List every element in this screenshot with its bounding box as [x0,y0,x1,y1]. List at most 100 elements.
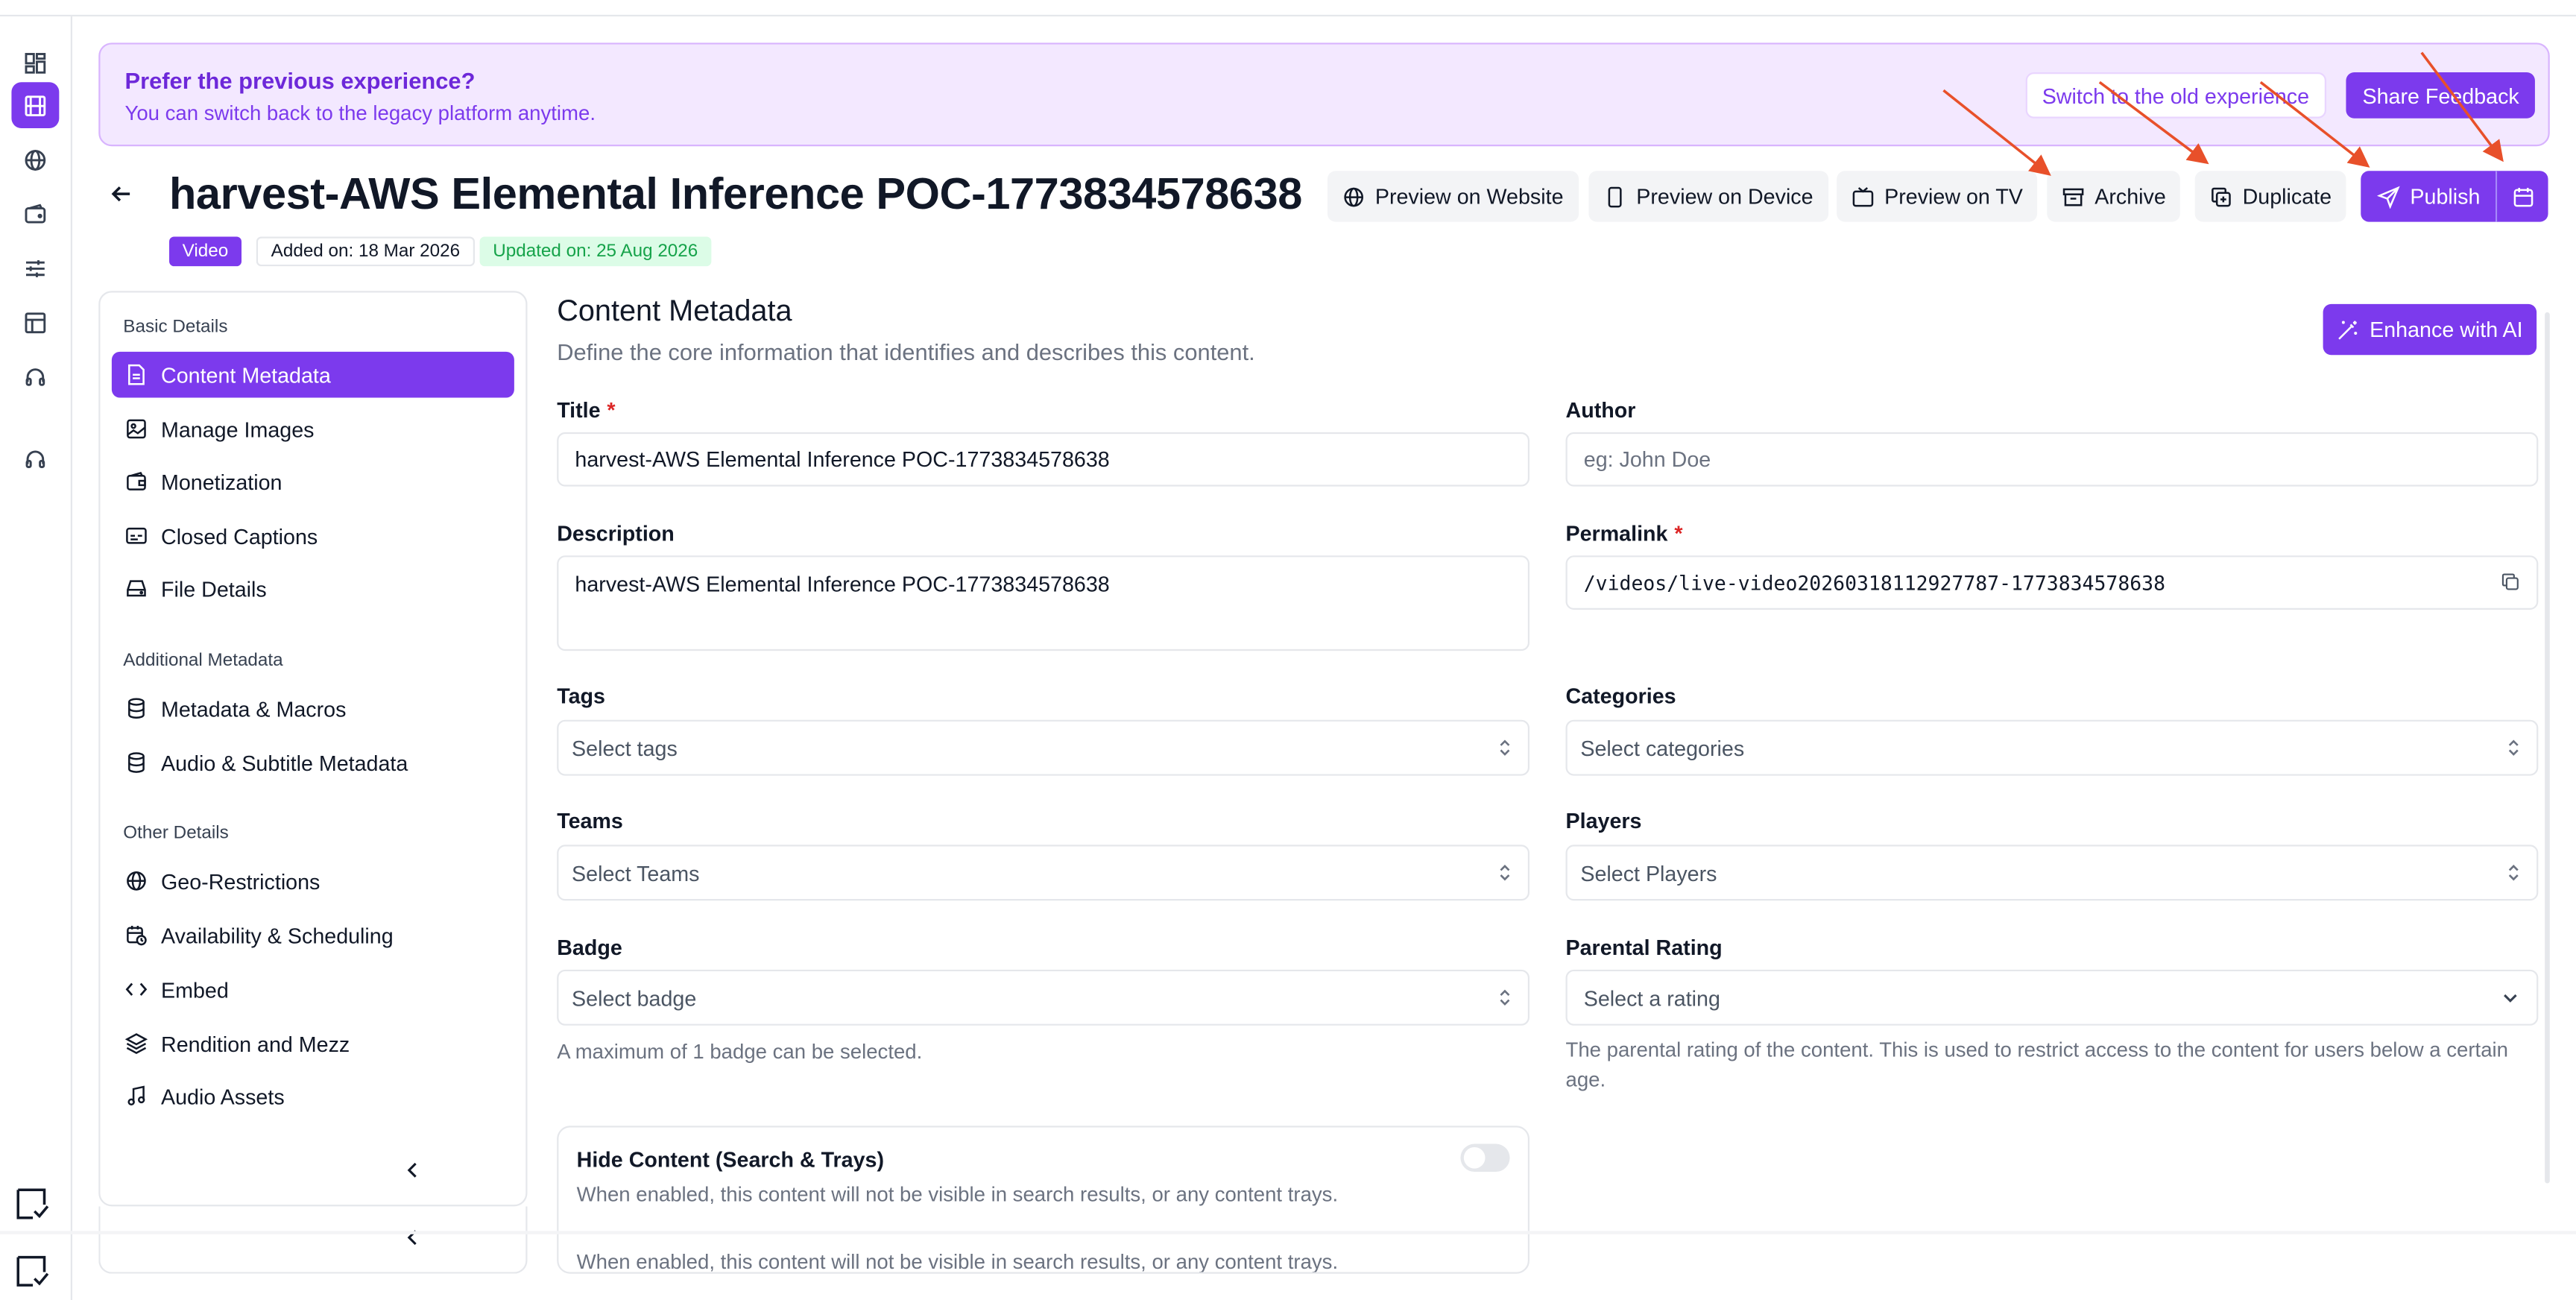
screen-capture-icon-2[interactable] [13,1252,53,1292]
wallet-icon[interactable] [11,191,59,237]
chevron-up-down-icon [1500,865,1510,881]
music-icon [127,1085,145,1106]
render-seam [0,1231,2576,1234]
players-select[interactable]: Select Players [1565,845,2539,901]
required-marker: * [1674,520,1683,546]
preview-website-button[interactable]: Preview on Website [1327,171,1579,222]
categories-select[interactable]: Select categories [1565,719,2539,776]
switch-old-experience-button[interactable]: Switch to the old experience [2025,72,2326,119]
author-input[interactable]: eg: John Doe [1565,432,2539,487]
preview-device-label: Preview on Device [1636,183,1813,209]
magic-wand-icon [2339,320,2358,339]
calendar-icon [2513,186,2533,206]
enhance-with-ai-button[interactable]: Enhance with AI [2323,303,2537,356]
permalink-label: Permalink * [1566,521,1683,546]
updated-date-badge: Updated on: 25 Aug 2026 [479,236,711,267]
nav-item-manage-images[interactable]: Manage Images [112,406,514,452]
drive-icon [127,580,146,597]
permalink-label-text: Permalink [1565,520,1668,546]
screen-root: Prefer the previous experience? You can … [0,0,2576,1300]
banner-title: Prefer the previous experience? [124,67,476,94]
back-arrow-icon[interactable] [108,181,134,207]
chevron-left-icon[interactable] [402,1161,422,1180]
nav-item-rendition-mezz[interactable]: Rendition and Mezz [112,1020,514,1067]
nav-heading-basic: Basic Details [123,317,228,337]
nav-item-metadata-macros[interactable]: Metadata & Macros [112,685,514,731]
nav-item-file-details[interactable]: File Details [112,565,514,611]
description-textarea[interactable]: harvest-AWS Elemental Inference POC-1773… [557,555,1530,651]
teams-select[interactable]: Select Teams [557,845,1530,901]
author-label: Author [1565,397,1636,423]
main-scrollbar[interactable] [2545,312,2550,1184]
preview-tv-button[interactable]: Preview on TV [1837,171,2038,222]
teams-placeholder: Select Teams [572,860,700,886]
nav-item-availability-scheduling[interactable]: Availability & Scheduling [112,912,514,959]
globe-icon [1344,186,1364,206]
headphones-icon[interactable] [11,353,59,400]
preview-website-label: Preview on Website [1374,183,1564,209]
nav-item-label: Geo-Restrictions [161,868,321,894]
chevron-up-down-icon [2508,739,2519,756]
tv-icon [1852,186,1874,206]
nav-heading-other: Other Details [123,823,229,844]
layout-icon[interactable] [11,299,59,345]
content-library-icon[interactable] [11,82,60,128]
nav-item-content-metadata[interactable]: Content Metadata [111,351,514,398]
categories-placeholder: Select categories [1580,735,1745,760]
duplicate-label: Duplicate [2242,183,2332,209]
tags-label: Tags [557,684,605,709]
preview-device-button[interactable]: Preview on Device [1588,171,1828,222]
rating-placeholder: Select a rating [1583,985,1720,1010]
parental-rating-select[interactable]: Select a rating [1565,969,2539,1026]
duplicate-icon [2212,186,2231,206]
publish-label: Publish [2410,183,2481,209]
nav-item-monetization[interactable]: Monetization [112,458,514,505]
nav-item-label: Audio Assets [161,1084,285,1109]
badge-select[interactable]: Select badge [557,969,1530,1026]
enhance-label: Enhance with AI [2370,317,2523,342]
publish-button[interactable]: Publish [2361,171,2497,222]
badge-placeholder: Select badge [572,985,697,1010]
duplicate-button[interactable]: Duplicate [2194,171,2346,222]
nav-item-label: Rendition and Mezz [161,1031,350,1056]
categories-label: Categories [1565,684,1676,709]
badge-label: Badge [557,935,622,960]
screen-capture-icon[interactable] [13,1185,53,1225]
title-input[interactable]: harvest-AWS Elemental Inference POC-1773… [557,432,1530,487]
permalink-input[interactable]: /videos/live-video20260318112927787-1773… [1565,555,2539,610]
code-icon [125,982,148,996]
chevron-down-icon [2504,994,2517,1003]
dashboard-icon[interactable] [11,40,59,86]
support-icon[interactable] [11,435,59,482]
nav-item-label: Content Metadata [161,362,331,388]
copy-icon[interactable] [2501,572,2520,591]
nav-item-audio-assets[interactable]: Audio Assets [112,1073,514,1120]
players-label: Players [1565,808,1642,833]
calendar-clock-icon [127,925,147,946]
nav-item-closed-captions[interactable]: Closed Captions [112,513,514,559]
share-feedback-button[interactable]: Share Feedback [2346,72,2536,119]
title-label: Title * [557,398,615,423]
archive-button[interactable]: Archive [2047,171,2181,222]
badge-help-text: A maximum of 1 badge can be selected. [557,1040,923,1064]
send-icon [2377,185,2400,208]
nav-item-audio-subtitle-metadata[interactable]: Audio & Subtitle Metadata [112,739,514,786]
nav-item-label: Monetization [161,469,282,494]
type-badge: Video [169,236,242,267]
tags-select[interactable]: Select tags [557,719,1530,776]
nav-heading-additional: Additional Metadata [123,651,283,671]
schedule-publish-button[interactable] [2496,171,2548,222]
nav-item-geo-restrictions[interactable]: Geo-Restrictions [112,858,514,904]
wallet-icon [127,471,146,490]
archive-label: Archive [2094,183,2166,209]
hide-content-toggle[interactable] [1460,1143,1510,1173]
hide-content-title: Hide Content (Search & Trays) [576,1146,885,1173]
top-bar [0,0,2576,17]
phone-icon [1608,186,1622,207]
added-date-badge: Added on: 18 Mar 2026 [256,236,475,267]
required-marker: * [607,397,616,423]
image-icon [127,419,146,439]
globe-icon[interactable] [11,136,59,183]
sliders-icon[interactable] [11,245,59,291]
nav-item-embed[interactable]: Embed [112,966,514,1012]
